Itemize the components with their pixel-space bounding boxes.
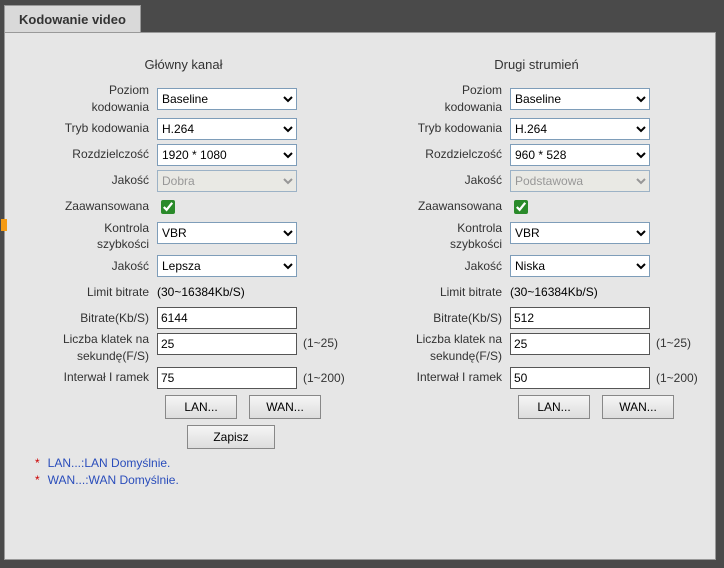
label-bitrate-sub: Bitrate(Kb/S) (360, 310, 510, 327)
label-quality2: Jakość (7, 258, 157, 275)
label-enc-mode: Tryb kodowania (7, 120, 157, 137)
main-profile-select[interactable]: Baseline (157, 88, 297, 110)
main-resolution-select[interactable]: 1920 * 1080 (157, 144, 297, 166)
sub-bitrate-input[interactable] (510, 307, 650, 329)
label-advanced-sub: Zaawansowana (360, 198, 510, 215)
sub-resolution-select[interactable]: 960 * 528 (510, 144, 650, 166)
sub-fps-input[interactable] (510, 333, 650, 355)
main-quality-select: Dobra (157, 170, 297, 192)
main-advanced-checkbox[interactable] (161, 200, 175, 214)
label-bitrate: Bitrate(Kb/S) (7, 310, 157, 327)
label-bitrate-limit: Limit bitrate (7, 284, 157, 301)
footnotes: *LAN...:LAN Domyślnie. *WAN...:WAN Domyś… (7, 449, 360, 489)
main-iframe-input[interactable] (157, 367, 297, 389)
label-rate-control: Kontrolaszybkości (7, 220, 157, 254)
label-resolution-sub: Rozdzielczość (360, 146, 510, 163)
main-quality2-select[interactable]: Lepsza (157, 255, 297, 277)
footnote-lan: LAN...:LAN Domyślnie. (48, 456, 171, 470)
label-quality2-sub: Jakość (360, 258, 510, 275)
label-profile-sub: Poziomkodowania (360, 82, 510, 116)
label-iframe: Interwał I ramek (7, 369, 157, 386)
sub-wan-button[interactable]: WAN... (602, 395, 674, 419)
sub-iframe-input[interactable] (510, 367, 650, 389)
sub-lan-button[interactable]: LAN... (518, 395, 590, 419)
save-button[interactable]: Zapisz (187, 425, 275, 449)
label-quality: Jakość (7, 172, 157, 189)
main-stream-column: Główny kanał Poziomkodowania Baseline Tr… (7, 39, 360, 488)
sub-stream-column: Drugi strumień Poziomkodowania Baseline … (360, 39, 713, 488)
main-lan-button[interactable]: LAN... (165, 395, 237, 419)
label-bitrate-limit-sub: Limit bitrate (360, 284, 510, 301)
label-rate-control-sub: Kontrolaszybkości (360, 220, 510, 254)
marker-icon (1, 219, 7, 231)
main-iframe-hint: (1~200) (297, 371, 345, 385)
label-profile: Poziomkodowania (7, 82, 157, 116)
main-rate-control-select[interactable]: VBR (157, 222, 297, 244)
sub-quality-select: Podstawowa (510, 170, 650, 192)
main-fps-hint: (1~25) (297, 331, 338, 350)
label-resolution: Rozdzielczość (7, 146, 157, 163)
sub-profile-select[interactable]: Baseline (510, 88, 650, 110)
label-fps: Liczba klatek nasekundę(F/S) (7, 331, 157, 365)
sub-bitrate-limit: (30~16384Kb/S) (510, 285, 598, 299)
sub-stream-title: Drugi strumień (360, 39, 713, 82)
main-stream-title: Główny kanał (7, 39, 360, 82)
label-advanced: Zaawansowana (7, 198, 157, 215)
label-iframe-sub: Interwał I ramek (360, 369, 510, 386)
main-fps-input[interactable] (157, 333, 297, 355)
footnote-wan: WAN...:WAN Domyślnie. (48, 473, 179, 487)
sub-quality2-select[interactable]: Niska (510, 255, 650, 277)
label-fps-sub: Liczba klatek nasekundę(F/S) (360, 331, 510, 365)
settings-panel: Główny kanał Poziomkodowania Baseline Tr… (4, 32, 716, 560)
label-quality-sub: Jakość (360, 172, 510, 189)
sub-advanced-checkbox[interactable] (514, 200, 528, 214)
sub-rate-control-select[interactable]: VBR (510, 222, 650, 244)
main-bitrate-input[interactable] (157, 307, 297, 329)
main-bitrate-limit: (30~16384Kb/S) (157, 285, 245, 299)
main-wan-button[interactable]: WAN... (249, 395, 321, 419)
label-enc-mode-sub: Tryb kodowania (360, 120, 510, 137)
tab-video-encoding[interactable]: Kodowanie video (4, 5, 141, 33)
sub-enc-mode-select[interactable]: H.264 (510, 118, 650, 140)
sub-iframe-hint: (1~200) (650, 371, 698, 385)
main-enc-mode-select[interactable]: H.264 (157, 118, 297, 140)
sub-fps-hint: (1~25) (650, 331, 691, 350)
